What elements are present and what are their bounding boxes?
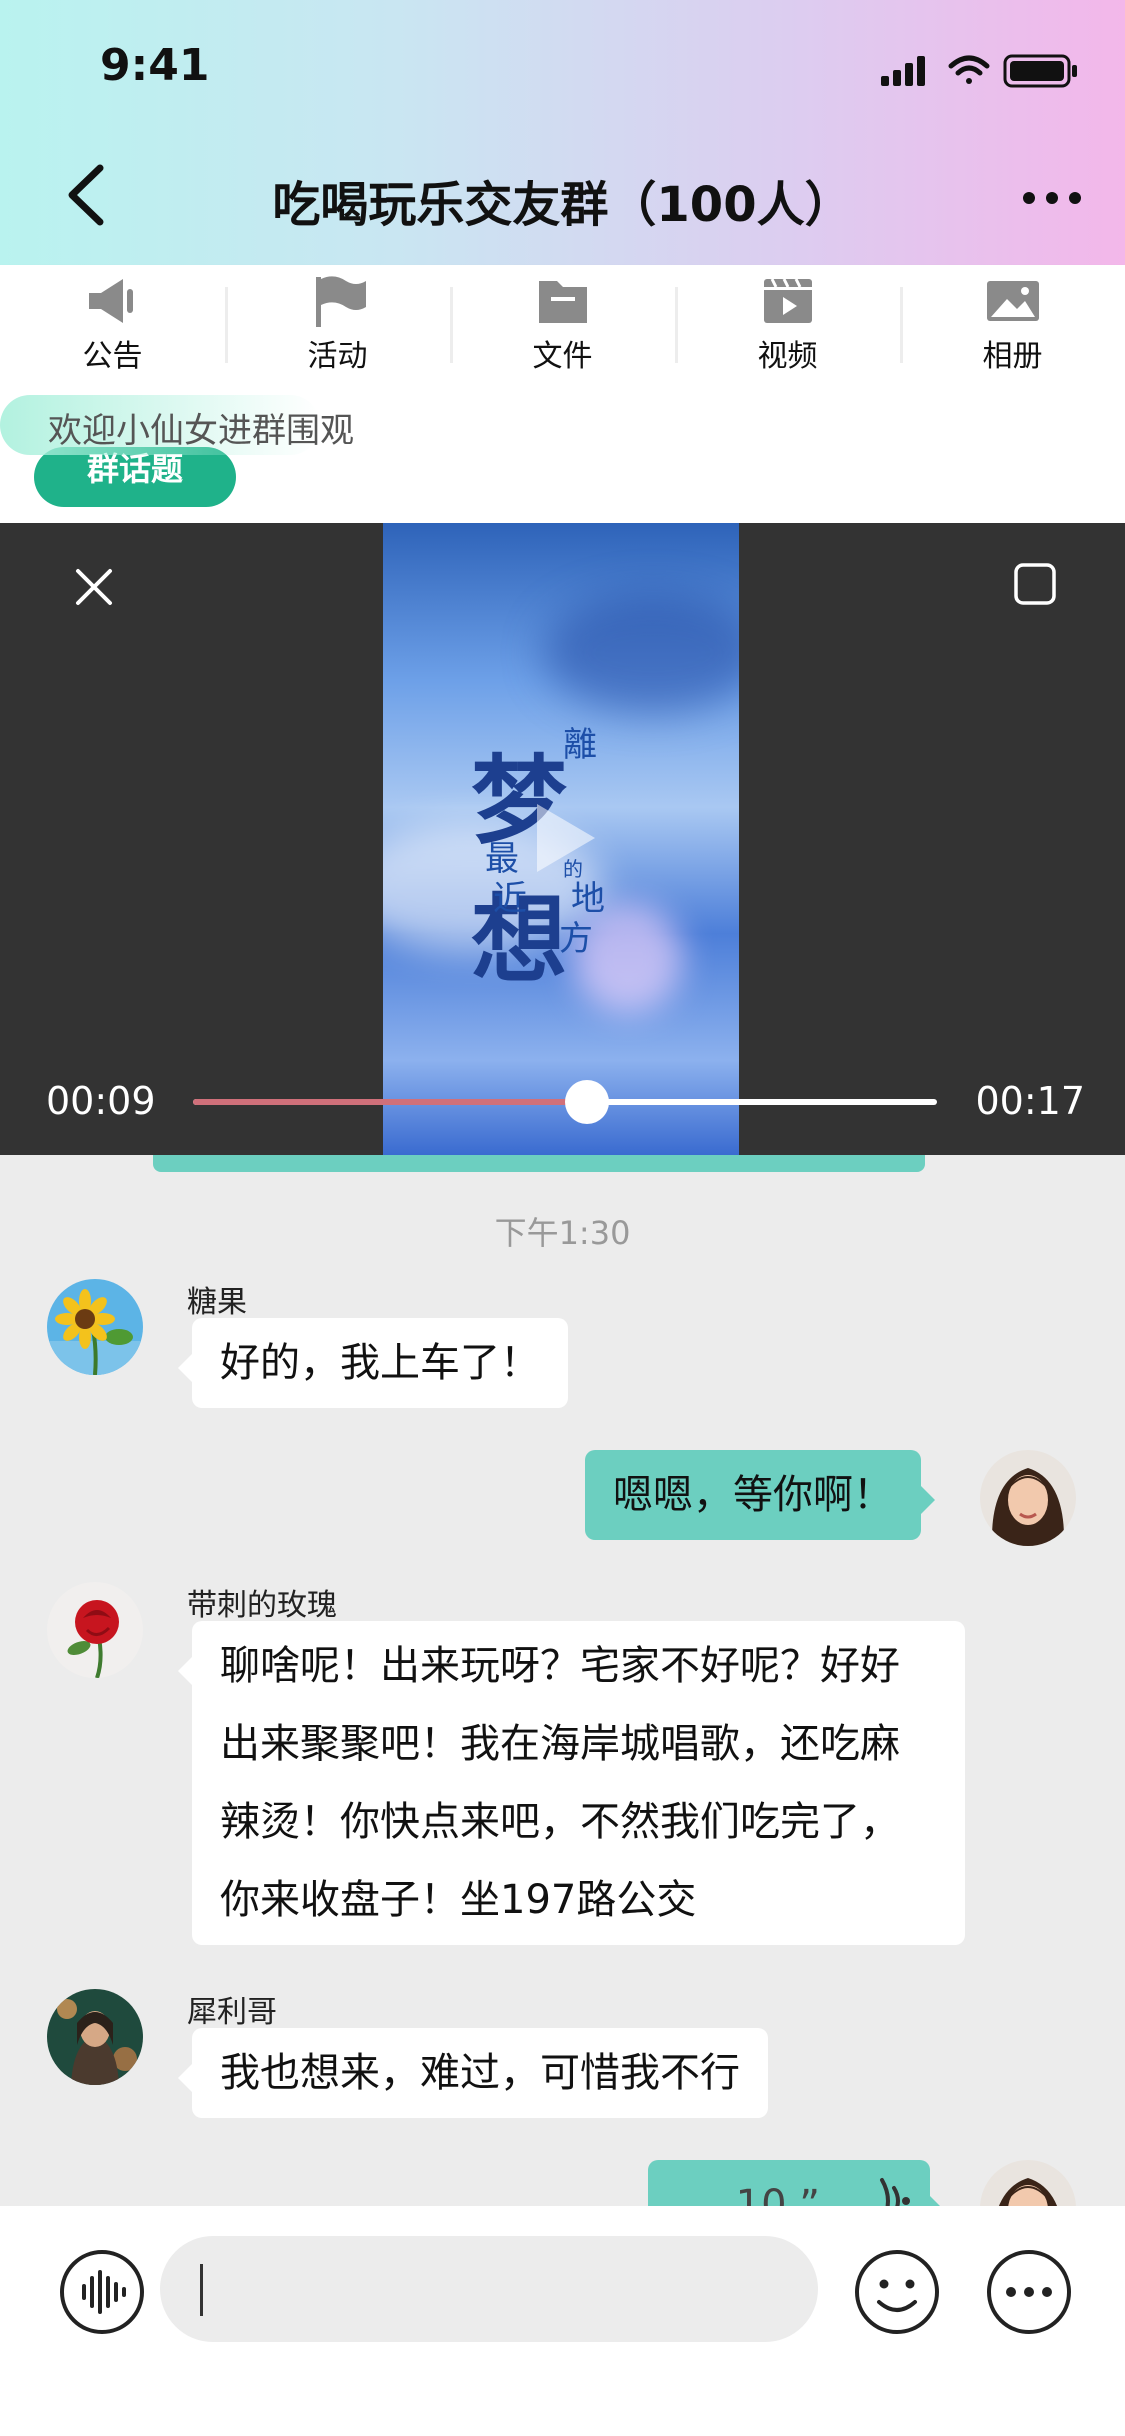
tool-video[interactable]: 视频 — [675, 275, 900, 375]
tool-label: 视频 — [757, 339, 818, 374]
text-cursor — [200, 2264, 203, 2316]
progress-fill — [193, 1099, 588, 1105]
message-bubble[interactable]: 好的，我上车了！ — [178, 1318, 568, 1408]
tool-activity[interactable]: 活动 — [225, 275, 450, 375]
emoji-icon[interactable] — [853, 2248, 941, 2336]
sender-name: 带刺的玫瑰 — [187, 1588, 337, 1623]
group-toolbar: 公告 活动 文件 视频 相册 — [0, 265, 1125, 385]
my-avatar[interactable] — [980, 1450, 1076, 1546]
chat-timestamp: 下午1:30 — [494, 1214, 631, 1252]
wifi-icon — [948, 55, 990, 84]
more-options-icon[interactable] — [985, 2248, 1073, 2336]
progress-thumb[interactable] — [565, 1080, 610, 1124]
video-frame[interactable]: 梦想 離 最 近 的 地 方 — [383, 523, 739, 1155]
signal-icon — [881, 56, 925, 86]
total-time: 00:17 — [975, 1079, 1085, 1123]
tool-announcement[interactable]: 公告 — [0, 275, 225, 375]
message-bubble[interactable]: 聊啥呢！出来玩呀？宅家不好呢？好好出来聚聚吧！我在海岸城唱歌，还吃麻辣烫！你快点… — [178, 1621, 965, 1945]
video-art-char: 離 — [563, 725, 597, 765]
sender-name: 糖果 — [187, 1285, 247, 1320]
video-player: 梦想 離 最 近 的 地 方 00:09 00:17 — [0, 523, 1125, 1155]
voice-input-icon[interactable] — [58, 2248, 146, 2336]
video-icon — [763, 278, 812, 323]
current-time: 00:09 — [46, 1079, 156, 1123]
tool-files[interactable]: 文件 — [450, 275, 675, 375]
welcome-text: 欢迎小仙女进群围观 — [48, 411, 354, 451]
more-icon[interactable] — [1017, 168, 1087, 228]
tool-label: 文件 — [532, 339, 593, 374]
status-time: 9:41 — [100, 40, 210, 91]
video-art-char: 近 — [493, 879, 527, 919]
flag-icon — [315, 276, 366, 327]
battery-icon — [1003, 54, 1077, 88]
sender-name: 犀利哥 — [187, 1995, 277, 2030]
fullscreen-icon[interactable] — [1012, 561, 1058, 607]
avatar[interactable] — [47, 1582, 143, 1678]
megaphone-icon — [88, 279, 133, 323]
message-bubble-own[interactable]: 嗯嗯，等你啊！ — [585, 1450, 935, 1540]
avatar[interactable] — [47, 1989, 143, 2085]
welcome-area: 群话题 欢迎小仙女进群围观 — [0, 385, 1125, 523]
tool-album[interactable]: 相册 — [900, 275, 1125, 375]
folder-icon — [538, 281, 587, 323]
close-icon[interactable] — [72, 565, 116, 609]
tool-label: 公告 — [82, 339, 143, 374]
header: 9:41 吃喝玩乐交友群（100人） — [0, 0, 1125, 265]
tool-label: 相册 — [982, 339, 1043, 374]
input-bar — [0, 2206, 1125, 2436]
chat-screen: 9:41 吃喝玩乐交友群（100人） 公告 活动 文件 视频 相册 群话题 欢迎… — [0, 0, 1125, 2436]
tool-label: 活动 — [307, 339, 368, 374]
message-input[interactable] — [160, 2236, 818, 2342]
page-title: 吃喝玩乐交友群（100人） — [272, 177, 853, 233]
photo-icon — [986, 281, 1039, 321]
message-bubble[interactable]: 我也想来，难过，可惜我不行 — [178, 2028, 768, 2118]
avatar[interactable] — [47, 1279, 143, 1375]
topic-button[interactable]: 群话题 — [34, 447, 236, 507]
video-art-char: 方 — [559, 919, 593, 959]
play-icon[interactable] — [531, 798, 601, 878]
status-icons — [881, 54, 1077, 88]
